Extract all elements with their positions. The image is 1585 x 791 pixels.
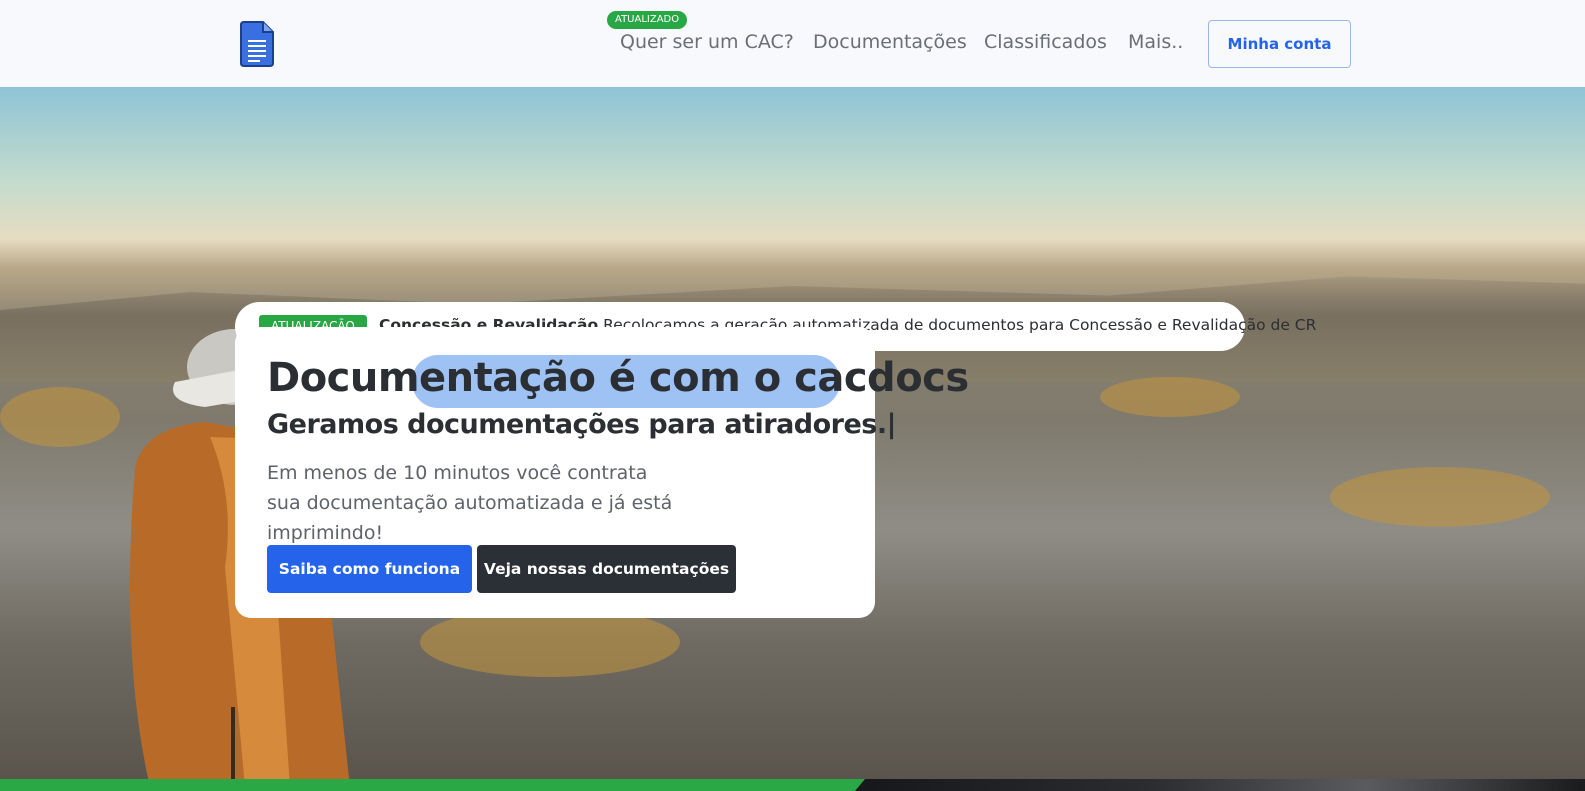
hero-description: Em menos de 10 minutos você contrata sua… xyxy=(267,462,673,544)
hero-background-scrub xyxy=(1100,377,1240,417)
hero-background-scrub xyxy=(0,387,120,447)
page-title: Documentação é com o cacdocs xyxy=(267,355,969,401)
title-brand: cacdocs xyxy=(794,355,969,401)
my-account-button[interactable]: Minha conta xyxy=(1208,20,1351,68)
bottom-section-image xyxy=(855,779,1585,791)
hero-background-scrub xyxy=(1330,467,1550,527)
see-documentations-button[interactable]: Veja nossas documentações xyxy=(477,545,736,593)
nav-link-classificados[interactable]: Classificados xyxy=(984,31,1107,53)
hero-subtitle: Geramos documentações para atiradores.| xyxy=(267,409,897,440)
how-it-works-button[interactable]: Saiba como funciona xyxy=(267,545,472,593)
document-icon[interactable] xyxy=(239,21,275,67)
nav-link-mais[interactable]: Mais.. xyxy=(1128,31,1183,53)
hero-card: Documentação é com o cacdocs Geramos doc… xyxy=(235,327,969,618)
nav-link-quer-ser-cac[interactable]: Quer ser um CAC? xyxy=(620,31,794,53)
nav-link-documentacoes[interactable]: Documentações xyxy=(813,31,967,53)
title-prefix: Documentação é com o xyxy=(267,355,795,401)
navbar: ATUALIZADO Quer ser um CAC? Documentaçõe… xyxy=(0,0,1585,87)
bottom-section-green xyxy=(0,779,865,791)
updated-badge: ATUALIZADO xyxy=(607,11,688,29)
